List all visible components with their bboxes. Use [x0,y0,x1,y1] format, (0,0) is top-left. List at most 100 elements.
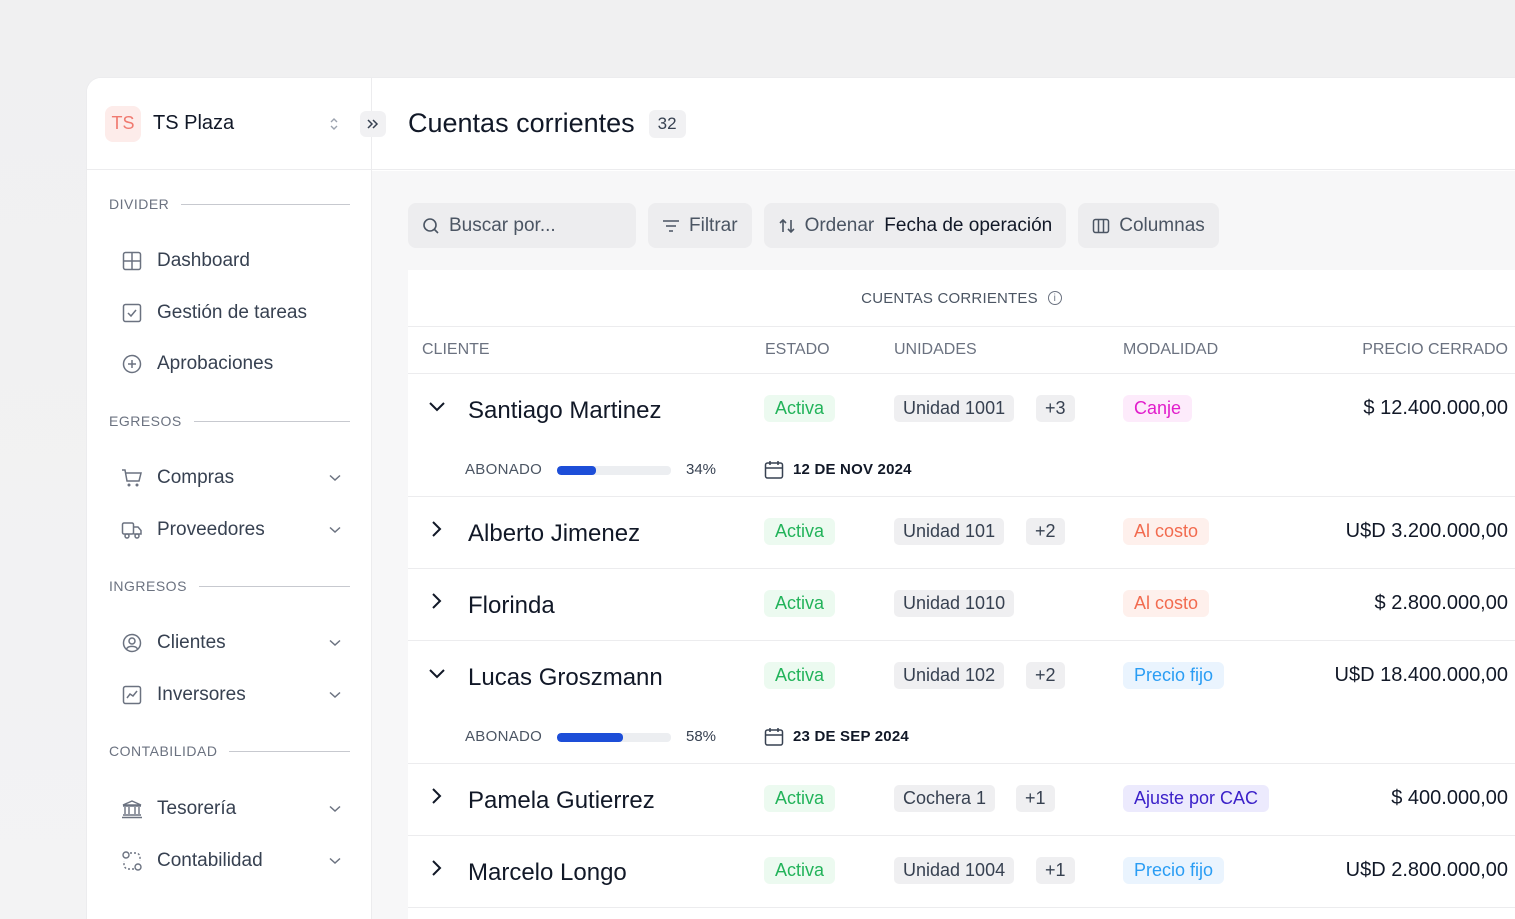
extra-units-badge[interactable]: +2 [1026,518,1065,545]
sidebar: TS TS Plaza DIVIDER Dashboard Gestión de t… [87,78,372,919]
chevron-up-down-icon [329,116,339,132]
paid-progress-bar [557,733,671,742]
table-caption: CUENTAS CORRIENTES i [408,270,1515,327]
status-badge: Activa [764,395,836,422]
filter-icon [662,219,680,233]
sidebar-item-compras[interactable]: Compras [121,460,343,496]
table-row[interactable]: Marcelo Longo Activa Unidad 1004 +1 Precio f… [408,836,1515,908]
client-name[interactable]: Alberto Jimenez [468,520,640,548]
divider [193,420,350,422]
paid-label: ABONADO [465,728,543,745]
paid-label: ABONADO [465,461,543,478]
chevron-down-icon [329,688,341,702]
chart-icon [121,684,143,706]
extra-units-badge[interactable]: +3 [1036,395,1075,422]
client-name[interactable]: Lucas Groszmann [468,664,663,692]
workspace-logo: TS [105,105,141,142]
section-title-text: CONTABILIDAD [109,743,218,759]
client-name[interactable]: Florinda [468,592,555,620]
closed-price: U$D 3.200.000,00 [1345,520,1508,542]
chevron-down-icon [329,802,341,816]
content-area: Buscar por... Filtrar Ordenar Fecha de o… [372,171,1515,919]
table-row[interactable]: Lucas Groszmann Activa Unidad 102 +2 Precio … [408,641,1515,764]
closed-price: U$D 18.400.000,00 [1334,664,1508,686]
sidebar-section-title: INGRESOS [109,578,350,594]
info-icon[interactable]: i [1047,291,1062,305]
table-row[interactable]: Florinda Activa Unidad 1010 Al costo $ 2.800… [408,569,1515,641]
columns-icon [1092,217,1110,235]
divider [181,203,350,205]
col-cliente[interactable]: CLIENTE [422,341,490,359]
table-header: CLIENTE ESTADO UNIDADES MODALIDAD PRECIO… [408,327,1515,374]
sidebar-item-label: Contabilidad [157,850,263,871]
divider [198,585,350,587]
unit-badge: Cochera 1 [894,785,996,812]
app-window: TS TS Plaza DIVIDER Dashboard Gestión de t… [87,78,1515,919]
sidebar-item-aprobaciones[interactable]: Aprobaciones [121,346,343,382]
sidebar-item-label: Aprobaciones [157,353,274,374]
section-title-text: DIVIDER [109,196,170,212]
modality-badge: Precio fijo [1123,662,1225,689]
col-unidades[interactable]: UNIDADES [894,341,977,359]
chevron-down-icon [329,854,341,868]
page-title: Cuentas corrientes [408,108,635,138]
unit-badge: Unidad 1001 [894,395,1015,422]
chevron-down-icon[interactable] [428,664,446,685]
modality-badge: Ajuste por CAC [1123,785,1270,812]
status-badge: Activa [764,518,836,545]
sidebar-item-dashboard[interactable]: Dashboard [121,243,343,279]
workspace-switcher[interactable]: TS TS Plaza [87,78,371,170]
client-name[interactable]: Pamela Gutierrez [468,787,655,815]
chevron-right-icon[interactable] [428,787,446,810]
search-input[interactable]: Buscar por... [408,203,636,248]
sidebar-item-inversores[interactable]: Inversores [121,677,343,713]
extra-units-badge[interactable]: +2 [1026,662,1065,689]
client-name[interactable]: Marcelo Longo [468,859,627,887]
filter-button[interactable]: Filtrar [648,203,752,248]
sidebar-item-clientes[interactable]: Clientes [121,625,343,661]
page-header: Cuentas corrientes 32 [372,78,1515,170]
columns-button[interactable]: Columnas [1078,203,1219,248]
col-modalidad[interactable]: MODALIDAD [1123,341,1218,359]
sidebar-item-gestión-de-tareas[interactable]: Gestión de tareas [121,295,343,331]
status-badge: Activa [764,857,836,884]
col-precio[interactable]: PRECIO CERRADO [1362,341,1508,359]
sidebar-item-proveedores[interactable]: Proveedores [121,512,343,548]
filter-label: Filtrar [689,214,738,236]
extra-units-badge[interactable]: +1 [1016,785,1055,812]
section-title-text: INGRESOS [109,578,187,594]
sidebar-section-title: EGRESOS [109,413,350,429]
extra-units-badge[interactable]: +1 [1036,857,1075,884]
sort-icon [778,217,796,235]
col-estado[interactable]: ESTADO [765,341,830,359]
checkbox-icon [121,302,143,324]
workspace-name: TS Plaza [153,112,235,134]
sidebar-item-tesorería[interactable]: Tesorería [121,791,343,827]
chevron-right-icon[interactable] [428,859,446,882]
double-chevron-right-icon [367,119,379,129]
paid-percent: 58% [686,728,717,745]
plus-circle-icon [121,353,143,375]
collapse-sidebar-button[interactable] [360,111,386,137]
sidebar-item-label: Compras [157,467,235,488]
sidebar-item-contabilidad[interactable]: Contabilidad [121,843,343,879]
chevron-right-icon[interactable] [428,520,446,543]
chevron-right-icon[interactable] [428,592,446,615]
count-badge: 32 [648,109,686,138]
table-row[interactable]: Pamela Gutierrez Activa Cochera 1 +1 Ajuste … [408,764,1515,836]
accounts-table: CUENTAS CORRIENTES i CLIENTE ESTADO UNID… [408,270,1515,919]
table-caption-text: CUENTAS CORRIENTES [861,289,1038,307]
section-title-text: EGRESOS [109,413,182,429]
grid-icon [121,250,143,272]
sort-button[interactable]: Ordenar Fecha de operación [763,203,1067,248]
chevron-down-icon[interactable] [428,397,446,418]
status-badge: Activa [764,590,836,617]
paid-progress-bar [557,466,671,475]
chevron-down-icon [329,523,341,537]
table-row[interactable]: Alberto Jimenez Activa Unidad 101 +2 Al cost… [408,497,1515,569]
closed-price: $ 12.400.000,00 [1363,397,1508,419]
progress-fill [557,733,624,742]
client-name[interactable]: Santiago Martinez [468,397,661,425]
modality-badge: Precio fijo [1123,857,1225,884]
table-row[interactable]: Santiago Martinez Activa Unidad 1001 +3 Canj… [408,374,1515,497]
